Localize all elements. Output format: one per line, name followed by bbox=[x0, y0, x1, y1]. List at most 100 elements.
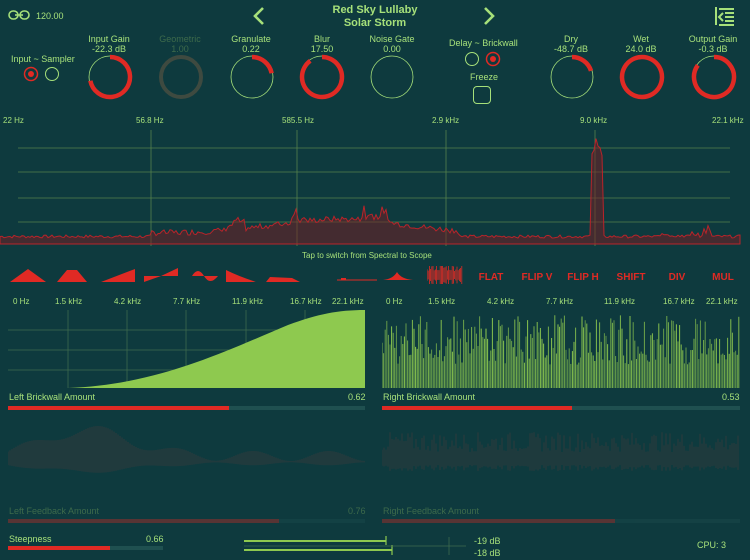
cpu-readout: CPU: 3 bbox=[697, 540, 727, 550]
shape-sawtooth-icon[interactable] bbox=[101, 266, 135, 284]
left-feedback-display[interactable] bbox=[8, 420, 365, 504]
freeze-toggle[interactable] bbox=[473, 86, 491, 104]
knob-blur[interactable] bbox=[298, 53, 346, 101]
left-freq-label: 1.5 kHz bbox=[55, 297, 83, 306]
knob-geometric[interactable] bbox=[157, 53, 205, 101]
shift-button[interactable]: SHIFT bbox=[612, 272, 650, 283]
delay-brickwall-label: Delay ~ Brickwall bbox=[449, 38, 518, 48]
spectrum-freq-label: 2.9 kHz bbox=[432, 116, 460, 125]
steepness-value: 0.66 bbox=[146, 534, 164, 544]
left-freq-label: 4.2 kHz bbox=[114, 297, 142, 306]
knob-label-wet: Wet bbox=[633, 34, 649, 44]
steepness-label: Steepness bbox=[9, 534, 52, 544]
shape-sine-icon[interactable] bbox=[192, 266, 218, 284]
shape-pulse-icon[interactable] bbox=[337, 266, 377, 284]
flip-h-button[interactable]: FLIP H bbox=[564, 272, 602, 283]
freeze-label: Freeze bbox=[470, 72, 499, 82]
left-brickwall-slider[interactable] bbox=[8, 406, 365, 410]
right-freq-label: 1.5 kHz bbox=[428, 297, 456, 306]
spectrum-freq-label: 9.0 kHz bbox=[580, 116, 608, 125]
left-freq-label: 16.7 kHz bbox=[290, 297, 322, 306]
shape-bipolar-saw-icon[interactable] bbox=[144, 266, 178, 284]
spectrum-freq-label: 585.5 Hz bbox=[282, 116, 315, 125]
right-freq-label: 7.7 kHz bbox=[546, 297, 574, 306]
right-freq-label: 22.1 kHz bbox=[706, 297, 738, 306]
left-feedback-slider[interactable] bbox=[8, 519, 365, 523]
left-freq-label: 11.9 kHz bbox=[232, 297, 263, 306]
left-freq-label: 0 Hz bbox=[13, 297, 30, 306]
spectrum-hint[interactable]: Tap to switch from Spectral to Scope bbox=[302, 251, 432, 260]
sampler-radio[interactable] bbox=[44, 66, 60, 82]
brickwall-radio[interactable] bbox=[485, 51, 501, 67]
flip-v-button[interactable]: FLIP V bbox=[518, 272, 556, 283]
left-brickwall-slider-fill bbox=[8, 406, 230, 410]
div-button[interactable]: DIV bbox=[662, 272, 692, 283]
right-brickwall-label: Right Brickwall Amount bbox=[383, 392, 476, 402]
right-freq-label: 11.9 kHz bbox=[604, 297, 635, 306]
left-freq-label: 7.7 kHz bbox=[173, 297, 201, 306]
knob-input-gain[interactable] bbox=[86, 53, 134, 101]
right-feedback-display[interactable] bbox=[382, 420, 740, 504]
shape-ramp-icon[interactable] bbox=[266, 266, 300, 284]
knob-noise-gate[interactable] bbox=[368, 53, 416, 101]
mul-button[interactable]: MUL bbox=[706, 272, 740, 283]
knob-arc bbox=[691, 54, 737, 100]
right-freq-label: 0 Hz bbox=[386, 297, 403, 306]
knob-label-blur: Blur bbox=[313, 34, 330, 44]
input-sampler-label: Input ~ Sampler bbox=[11, 54, 75, 64]
flat-button[interactable]: FLAT bbox=[474, 272, 508, 283]
spectrum-freq-label: 22 Hz bbox=[3, 116, 24, 125]
knob-output-gain[interactable] bbox=[690, 53, 738, 101]
knob-arc bbox=[88, 54, 133, 100]
steepness-slider[interactable] bbox=[8, 546, 163, 550]
steepness-slider-fill bbox=[8, 546, 111, 550]
menu-collapse-icon[interactable] bbox=[714, 5, 736, 27]
knob-wet[interactable] bbox=[618, 53, 666, 101]
shape-triangle-icon[interactable] bbox=[10, 266, 46, 284]
top-bar: 120.00 Red Sky Lullaby Solar Storm bbox=[0, 0, 750, 32]
right-brickwall-slider-fill bbox=[382, 406, 572, 410]
delay-radio[interactable] bbox=[464, 51, 480, 67]
knob-arc bbox=[251, 54, 274, 74]
knob-arc bbox=[571, 54, 594, 72]
shape-peak-icon[interactable] bbox=[57, 266, 87, 284]
preset-title[interactable]: Red Sky Lullaby bbox=[300, 4, 450, 16]
right-freq-label: 16.7 kHz bbox=[663, 297, 695, 306]
right-brickwall-slider[interactable] bbox=[382, 406, 740, 410]
chevron-right-icon[interactable] bbox=[480, 4, 498, 28]
right-feedback-slider[interactable] bbox=[382, 519, 740, 523]
right-feedback-slider-fill bbox=[382, 519, 615, 523]
knob-arc bbox=[159, 55, 203, 99]
spectrum-freq-label: 56.8 Hz bbox=[136, 116, 164, 125]
right-feedback-label: Right Feedback Amount bbox=[383, 506, 480, 516]
left-feedback-slider-fill bbox=[8, 519, 280, 523]
knob-ring bbox=[370, 55, 414, 99]
level-meter bbox=[244, 536, 466, 555]
knob-label-output-gain: Output Gain bbox=[688, 34, 738, 44]
knob-granulate[interactable] bbox=[228, 53, 276, 101]
knob-dry[interactable] bbox=[548, 53, 596, 101]
right-brickwall-curve[interactable] bbox=[382, 310, 740, 388]
spectrum-display[interactable] bbox=[0, 126, 750, 250]
link-icon[interactable] bbox=[8, 9, 30, 21]
knob-arc bbox=[619, 54, 665, 100]
meter-bottom-value: -18 dB bbox=[474, 548, 501, 558]
left-brickwall-curve[interactable] bbox=[8, 310, 365, 388]
shape-decay-icon[interactable] bbox=[226, 266, 256, 284]
bpm-readout[interactable]: 120.00 bbox=[36, 11, 64, 21]
right-freq-label: 4.2 kHz bbox=[487, 297, 515, 306]
shape-burst-icon[interactable] bbox=[383, 266, 413, 284]
preset-subtitle[interactable]: Solar Storm bbox=[300, 17, 450, 29]
knob-arc bbox=[299, 54, 345, 100]
left-brickwall-label: Left Brickwall Amount bbox=[9, 392, 96, 402]
left-feedback-value: 0.76 bbox=[348, 506, 366, 516]
left-freq-label: 22.1 kHz bbox=[332, 297, 364, 306]
left-brickwall-value: 0.62 bbox=[348, 392, 366, 402]
shape-noise-icon[interactable] bbox=[427, 266, 463, 284]
knob-label-dry: Dry bbox=[564, 34, 578, 44]
right-brickwall-value: 0.53 bbox=[722, 392, 740, 402]
input-radio[interactable] bbox=[23, 66, 39, 82]
meter-top-value: -19 dB bbox=[474, 536, 501, 546]
chevron-left-icon[interactable] bbox=[250, 4, 268, 28]
knob-label-input-gain: Input Gain bbox=[88, 34, 130, 44]
